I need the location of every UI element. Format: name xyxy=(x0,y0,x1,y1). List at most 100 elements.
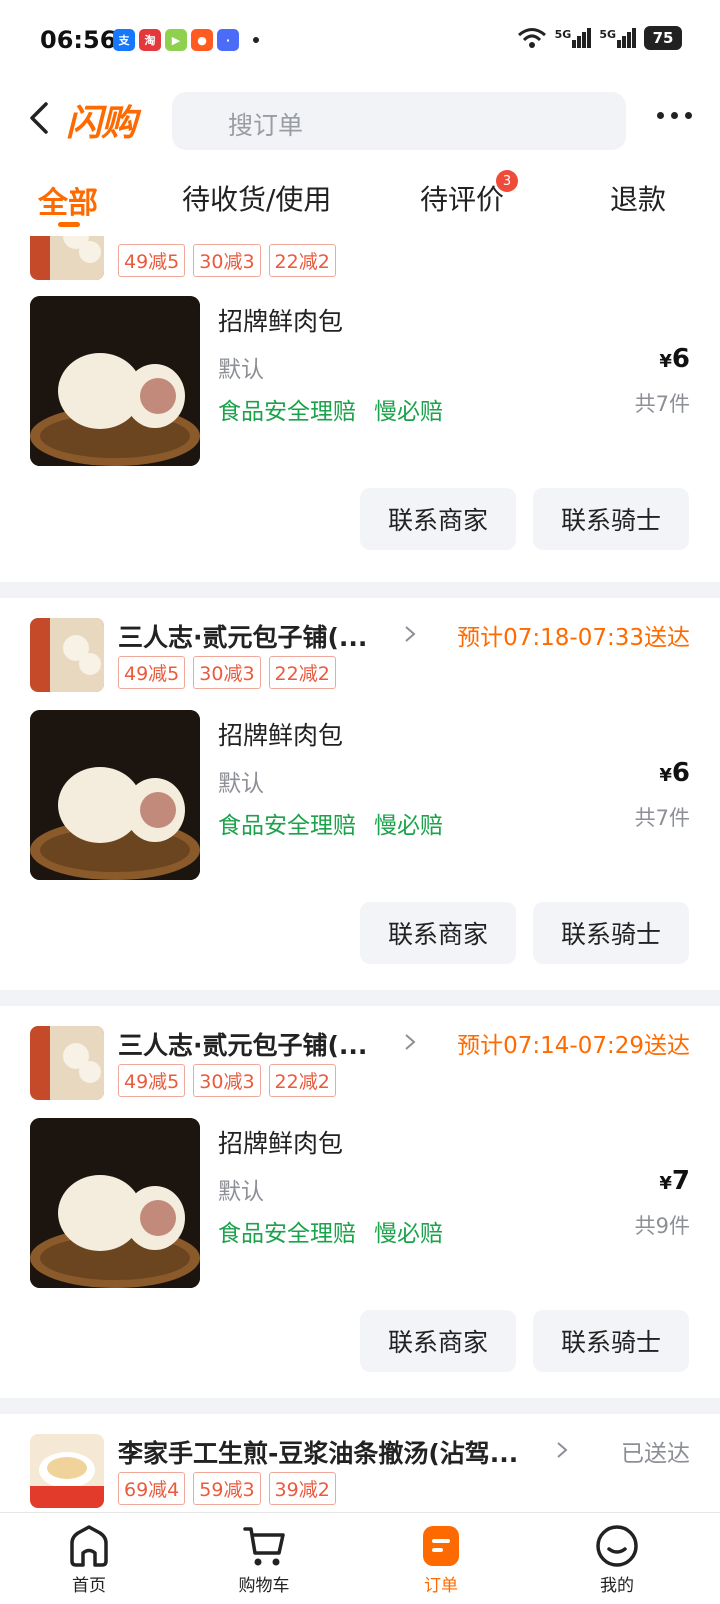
app-icon-5: · xyxy=(217,29,239,51)
status-time: 06:56 xyxy=(40,26,117,54)
alipay-app-icon: 支 xyxy=(113,29,135,51)
tab-refund[interactable]: 退款 xyxy=(610,178,666,218)
tab-pending-receipt[interactable]: 待收货/使用 xyxy=(182,178,331,218)
contact-merchant-button[interactable]: 联系商家 xyxy=(360,1310,516,1372)
signal-2-icon: 5G xyxy=(599,28,636,48)
signal-1-icon: 5G xyxy=(555,28,592,48)
promo-tag: 30减3 xyxy=(193,1064,261,1097)
store-thumbnail xyxy=(30,1026,104,1100)
store-name[interactable]: 李家手工生煎-豆浆油条撤汤(沾驾... xyxy=(118,1434,518,1470)
food-safety-tag: 食品安全理赔 xyxy=(218,399,356,425)
service-tags: 食品安全理赔 慢必赔 xyxy=(218,392,443,426)
delivery-eta: 预计07:14-07:29送达 xyxy=(457,1033,690,1059)
store-thumbnail xyxy=(30,618,104,692)
contact-rider-button[interactable]: 联系骑士 xyxy=(533,1310,689,1372)
product-spec: 默认 xyxy=(218,771,264,797)
contact-merchant-button[interactable]: 联系商家 xyxy=(360,902,516,964)
product-price: ¥6 xyxy=(659,344,690,374)
product-price: ¥6 xyxy=(659,758,690,788)
nav-home[interactable]: 首页 xyxy=(44,1523,134,1603)
promo-tag: 39减2 xyxy=(268,1472,336,1505)
status-app-icons: 支 淘 ▶ ● · xyxy=(113,29,259,51)
store-name[interactable]: 三人志·贰元包子铺(... xyxy=(118,618,367,654)
promo-tag: 49减5 xyxy=(118,656,186,689)
product-name: 招牌鲜肉包 xyxy=(218,307,344,336)
shangou-logo: 闪购 xyxy=(66,103,137,144)
product-name: 招牌鲜肉包 xyxy=(218,1129,344,1158)
chevron-right-icon[interactable] xyxy=(400,1032,420,1052)
store-name[interactable]: 三人志·贰元包子铺(... xyxy=(118,1026,367,1062)
nav-orders[interactable]: 订单 xyxy=(396,1523,486,1603)
nav-cart[interactable]: 购物车 xyxy=(219,1523,309,1603)
product-name: 招牌鲜肉包 xyxy=(218,721,344,750)
promo-tag: 30减3 xyxy=(193,244,261,277)
back-arrow-icon[interactable] xyxy=(22,98,62,138)
order-divider xyxy=(0,1398,720,1414)
promo-tags: 49减5 30减3 22减2 xyxy=(118,244,336,277)
promo-tags: 49减5 30减3 22减2 xyxy=(118,1064,336,1097)
more-options-icon[interactable] xyxy=(657,112,692,119)
order-tabs: 全部 待收货/使用 待评价 3 退款 xyxy=(0,166,720,236)
app-icon-2: 淘 xyxy=(139,29,161,51)
product-price: ¥7 xyxy=(659,1166,690,1196)
app-icon-4: ● xyxy=(191,29,213,51)
contact-merchant-button[interactable]: 联系商家 xyxy=(360,488,516,550)
nav-profile-label: 我的 xyxy=(600,1576,634,1596)
contact-rider-button[interactable]: 联系骑士 xyxy=(533,902,689,964)
contact-rider-button[interactable]: 联系骑士 xyxy=(533,488,689,550)
order-card[interactable]: 三人志·贰元包子铺(... 预计07:18-07:33送达 49减5 30减3 … xyxy=(0,598,720,990)
order-divider xyxy=(0,990,720,1006)
wifi-icon xyxy=(517,28,546,48)
promo-tag: 59减3 xyxy=(193,1472,261,1505)
promo-tag: 49减5 xyxy=(118,1064,186,1097)
nav-cart-label: 购物车 xyxy=(238,1576,290,1596)
home-icon xyxy=(70,1525,108,1567)
status-bar: 06:56 支 淘 ▶ ● · 5G 5G 75 xyxy=(0,0,720,82)
product-spec: 默认 xyxy=(218,357,264,383)
late-compensation-tag: 慢必赔 xyxy=(374,1221,443,1247)
late-compensation-tag: 慢必赔 xyxy=(374,813,443,839)
service-tags: 食品安全理赔 慢必赔 xyxy=(218,1214,443,1248)
promo-tags: 69减4 59减3 39减2 xyxy=(118,1472,336,1505)
product-quantity: 共7件 xyxy=(634,392,690,416)
video-app-icon: ▶ xyxy=(165,29,187,51)
order-divider xyxy=(0,582,720,598)
product-quantity: 共7件 xyxy=(634,806,690,830)
promo-tags: 49减5 30减3 22减2 xyxy=(118,656,336,689)
promo-tag: 49减5 xyxy=(118,244,186,277)
chevron-right-icon[interactable] xyxy=(552,1440,572,1460)
nav-home-label: 首页 xyxy=(72,1576,106,1596)
nav-profile[interactable]: 我的 xyxy=(572,1523,662,1603)
tab-all[interactable]: 全部 xyxy=(38,178,98,222)
promo-tag: 69减4 xyxy=(118,1472,186,1505)
food-safety-tag: 食品安全理赔 xyxy=(218,1221,356,1247)
order-card[interactable]: 李家手工生煎-豆浆油条撤汤(沾驾... 已送达 69减4 59减3 39减2 xyxy=(0,1414,720,1512)
profile-icon xyxy=(596,1525,638,1567)
chevron-right-icon[interactable] xyxy=(400,624,420,644)
bottom-navigation: 首页 购物车 订单 我的 xyxy=(0,1512,720,1604)
promo-tag: 22减2 xyxy=(268,244,336,277)
store-thumbnail xyxy=(30,236,104,280)
cart-icon xyxy=(243,1527,285,1566)
delivery-eta: 预计07:18-07:33送达 xyxy=(457,625,690,651)
tab-pending-review[interactable]: 待评价 xyxy=(420,178,504,218)
order-list: 49减5 30减3 22减2 招牌鲜肉包 默认 食品安全理赔 慢必赔 ¥6 共7… xyxy=(0,236,720,1512)
notification-dot-icon xyxy=(253,37,259,43)
orders-icon xyxy=(423,1526,459,1566)
product-image xyxy=(30,1118,200,1288)
review-count-badge: 3 xyxy=(496,170,518,192)
service-tags: 食品安全理赔 慢必赔 xyxy=(218,806,443,840)
search-input[interactable]: 搜订单 xyxy=(172,92,626,150)
promo-tag: 22减2 xyxy=(268,656,336,689)
header-bar: 闪购 搜订单 xyxy=(0,82,720,160)
product-image xyxy=(30,710,200,880)
product-spec: 默认 xyxy=(218,1179,264,1205)
product-image xyxy=(30,296,200,466)
promo-tag: 22减2 xyxy=(268,1064,336,1097)
nav-orders-label: 订单 xyxy=(424,1576,458,1596)
order-card[interactable]: 49减5 30减3 22减2 招牌鲜肉包 默认 食品安全理赔 慢必赔 ¥6 共7… xyxy=(0,236,720,570)
order-card[interactable]: 三人志·贰元包子铺(... 预计07:14-07:29送达 49减5 30减3 … xyxy=(0,1006,720,1398)
store-thumbnail xyxy=(30,1434,104,1508)
promo-tag: 30减3 xyxy=(193,656,261,689)
late-compensation-tag: 慢必赔 xyxy=(374,399,443,425)
